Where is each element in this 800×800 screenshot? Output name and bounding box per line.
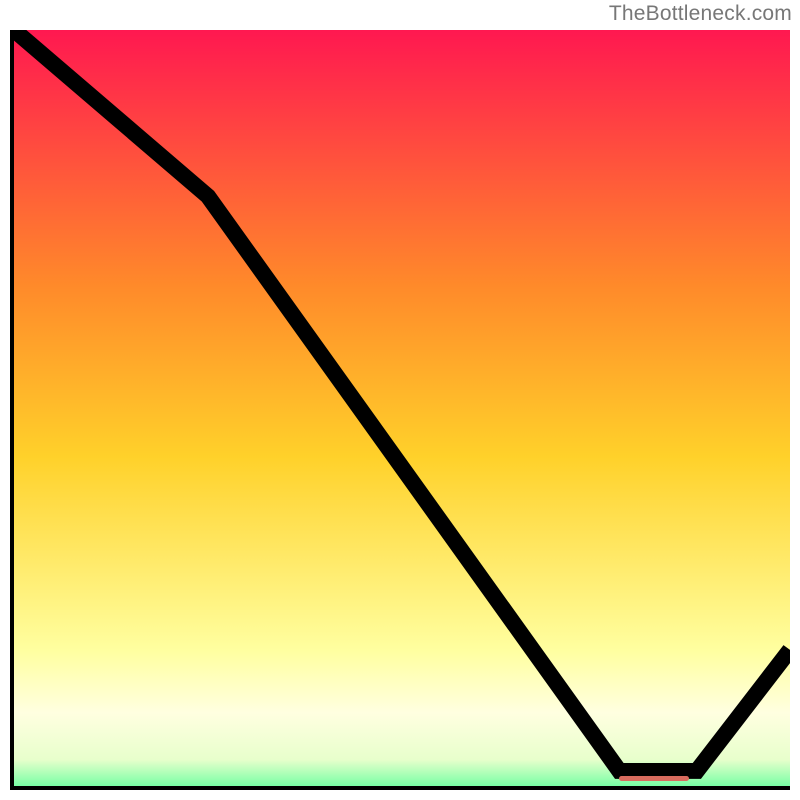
chart-curve: [14, 30, 790, 786]
attribution-text: TheBottleneck.com: [609, 2, 792, 26]
optimal-range-marker: [619, 776, 689, 781]
plot-area: [10, 30, 790, 790]
